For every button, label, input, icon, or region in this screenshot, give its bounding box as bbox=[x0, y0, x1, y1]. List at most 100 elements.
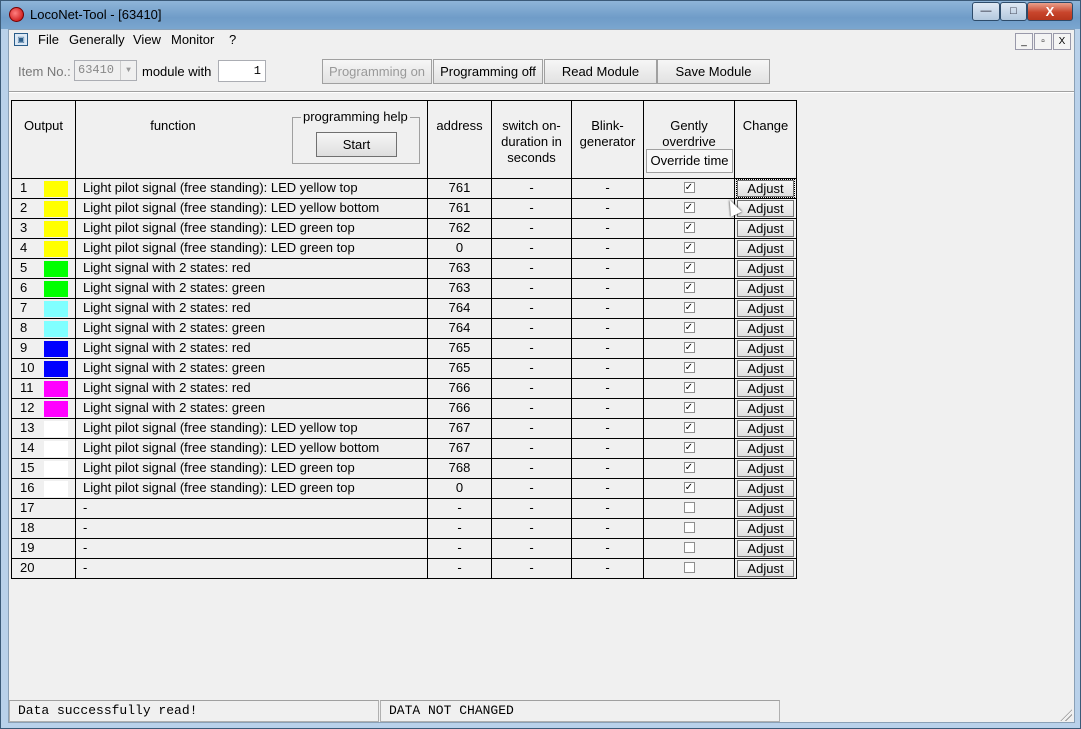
gently-overdrive-checkbox[interactable]: ✓ bbox=[683, 362, 695, 374]
gently-overdrive-checkbox[interactable] bbox=[683, 522, 695, 534]
mdi-restore-button[interactable]: ▫ bbox=[1034, 33, 1052, 50]
gently-overdrive-checkbox[interactable]: ✓ bbox=[683, 462, 695, 474]
adjust-button[interactable]: Adjust bbox=[737, 500, 794, 517]
adjust-button[interactable]: Adjust bbox=[737, 520, 794, 537]
switch-duration-cell[interactable]: - bbox=[492, 379, 572, 398]
switch-duration-cell[interactable]: - bbox=[492, 219, 572, 238]
menu-view[interactable]: View bbox=[133, 32, 161, 47]
function-cell[interactable]: - bbox=[76, 519, 428, 538]
function-cell[interactable]: Light pilot signal (free standing): LED … bbox=[76, 439, 428, 458]
title-bar[interactable]: LocoNet-Tool - [63410] — □ X bbox=[1, 1, 1080, 29]
adjust-button[interactable]: Adjust bbox=[736, 179, 795, 198]
blink-generator-cell[interactable]: - bbox=[572, 479, 644, 498]
function-cell[interactable]: Light signal with 2 states: green bbox=[76, 399, 428, 418]
switch-duration-cell[interactable]: - bbox=[492, 239, 572, 258]
adjust-button[interactable]: Adjust bbox=[737, 320, 794, 337]
address-cell[interactable]: - bbox=[428, 499, 492, 518]
switch-duration-cell[interactable]: - bbox=[492, 559, 572, 578]
blink-generator-cell[interactable]: - bbox=[572, 339, 644, 358]
close-button[interactable]: X bbox=[1027, 2, 1073, 21]
address-cell[interactable]: - bbox=[428, 519, 492, 538]
address-cell[interactable]: 764 bbox=[428, 299, 492, 318]
gently-overdrive-checkbox[interactable] bbox=[683, 562, 695, 574]
blink-generator-cell[interactable]: - bbox=[572, 439, 644, 458]
address-cell[interactable]: 0 bbox=[428, 239, 492, 258]
adjust-button[interactable]: Adjust bbox=[737, 460, 794, 477]
adjust-button[interactable]: Adjust bbox=[737, 440, 794, 457]
address-cell[interactable]: 766 bbox=[428, 379, 492, 398]
address-cell[interactable]: 765 bbox=[428, 359, 492, 378]
adjust-button[interactable]: Adjust bbox=[737, 200, 794, 217]
gently-overdrive-checkbox[interactable]: ✓ bbox=[683, 302, 695, 314]
start-button[interactable]: Start bbox=[316, 132, 397, 157]
gently-overdrive-checkbox[interactable]: ✓ bbox=[683, 322, 695, 334]
chevron-down-icon[interactable]: ▼ bbox=[120, 61, 136, 80]
function-cell[interactable]: Light pilot signal (free standing): LED … bbox=[76, 219, 428, 238]
blink-generator-cell[interactable]: - bbox=[572, 239, 644, 258]
address-cell[interactable]: 767 bbox=[428, 439, 492, 458]
item-no-select[interactable]: 63410 ▼ bbox=[74, 60, 137, 81]
address-cell[interactable]: - bbox=[428, 559, 492, 578]
override-time-button[interactable]: Override time bbox=[646, 149, 733, 173]
switch-duration-cell[interactable]: - bbox=[492, 179, 572, 198]
adjust-button[interactable]: Adjust bbox=[737, 340, 794, 357]
blink-generator-cell[interactable]: - bbox=[572, 539, 644, 558]
menu-file[interactable]: File bbox=[38, 32, 59, 47]
function-cell[interactable]: - bbox=[76, 559, 428, 578]
adjust-button[interactable]: Adjust bbox=[737, 560, 794, 577]
function-cell[interactable]: Light signal with 2 states: green bbox=[76, 319, 428, 338]
gently-overdrive-checkbox[interactable]: ✓ bbox=[683, 182, 695, 194]
function-cell[interactable]: Light signal with 2 states: red bbox=[76, 379, 428, 398]
menu-help[interactable]: ? bbox=[229, 32, 236, 47]
programming-on-button[interactable]: Programming on bbox=[322, 59, 432, 84]
blink-generator-cell[interactable]: - bbox=[572, 319, 644, 338]
blink-generator-cell[interactable]: - bbox=[572, 519, 644, 538]
switch-duration-cell[interactable]: - bbox=[492, 479, 572, 498]
blink-generator-cell[interactable]: - bbox=[572, 399, 644, 418]
blink-generator-cell[interactable]: - bbox=[572, 419, 644, 438]
blink-generator-cell[interactable]: - bbox=[572, 179, 644, 198]
blink-generator-cell[interactable]: - bbox=[572, 499, 644, 518]
address-cell[interactable]: 766 bbox=[428, 399, 492, 418]
function-cell[interactable]: Light pilot signal (free standing): LED … bbox=[76, 419, 428, 438]
gently-overdrive-checkbox[interactable]: ✓ bbox=[683, 422, 695, 434]
gently-overdrive-checkbox[interactable]: ✓ bbox=[683, 342, 695, 354]
address-cell[interactable]: 767 bbox=[428, 419, 492, 438]
gently-overdrive-checkbox[interactable]: ✓ bbox=[683, 202, 695, 214]
gently-overdrive-checkbox[interactable]: ✓ bbox=[683, 442, 695, 454]
adjust-button[interactable]: Adjust bbox=[737, 540, 794, 557]
adjust-button[interactable]: Adjust bbox=[737, 360, 794, 377]
address-cell[interactable]: 763 bbox=[428, 259, 492, 278]
adjust-button[interactable]: Adjust bbox=[737, 300, 794, 317]
gently-overdrive-checkbox[interactable]: ✓ bbox=[683, 482, 695, 494]
switch-duration-cell[interactable]: - bbox=[492, 419, 572, 438]
gently-overdrive-checkbox[interactable]: ✓ bbox=[683, 402, 695, 414]
adjust-button[interactable]: Adjust bbox=[737, 480, 794, 497]
switch-duration-cell[interactable]: - bbox=[492, 319, 572, 338]
address-cell[interactable]: 761 bbox=[428, 179, 492, 198]
function-cell[interactable]: - bbox=[76, 499, 428, 518]
function-cell[interactable]: - bbox=[76, 539, 428, 558]
adjust-button[interactable]: Adjust bbox=[737, 280, 794, 297]
switch-duration-cell[interactable]: - bbox=[492, 519, 572, 538]
adjust-button[interactable]: Adjust bbox=[737, 220, 794, 237]
switch-duration-cell[interactable]: - bbox=[492, 439, 572, 458]
function-cell[interactable]: Light signal with 2 states: red bbox=[76, 259, 428, 278]
blink-generator-cell[interactable]: - bbox=[572, 299, 644, 318]
gently-overdrive-checkbox[interactable] bbox=[683, 502, 695, 514]
address-cell[interactable]: 763 bbox=[428, 279, 492, 298]
adjust-button[interactable]: Adjust bbox=[737, 400, 794, 417]
adjust-button[interactable]: Adjust bbox=[737, 240, 794, 257]
address-cell[interactable]: 761 bbox=[428, 199, 492, 218]
blink-generator-cell[interactable]: - bbox=[572, 219, 644, 238]
gently-overdrive-checkbox[interactable]: ✓ bbox=[683, 282, 695, 294]
gently-overdrive-checkbox[interactable] bbox=[683, 542, 695, 554]
switch-duration-cell[interactable]: - bbox=[492, 259, 572, 278]
adjust-button[interactable]: Adjust bbox=[737, 420, 794, 437]
switch-duration-cell[interactable]: - bbox=[492, 399, 572, 418]
blink-generator-cell[interactable]: - bbox=[572, 359, 644, 378]
gently-overdrive-checkbox[interactable]: ✓ bbox=[683, 262, 695, 274]
adjust-button[interactable]: Adjust bbox=[737, 380, 794, 397]
address-cell[interactable]: 765 bbox=[428, 339, 492, 358]
function-cell[interactable]: Light signal with 2 states: green bbox=[76, 359, 428, 378]
